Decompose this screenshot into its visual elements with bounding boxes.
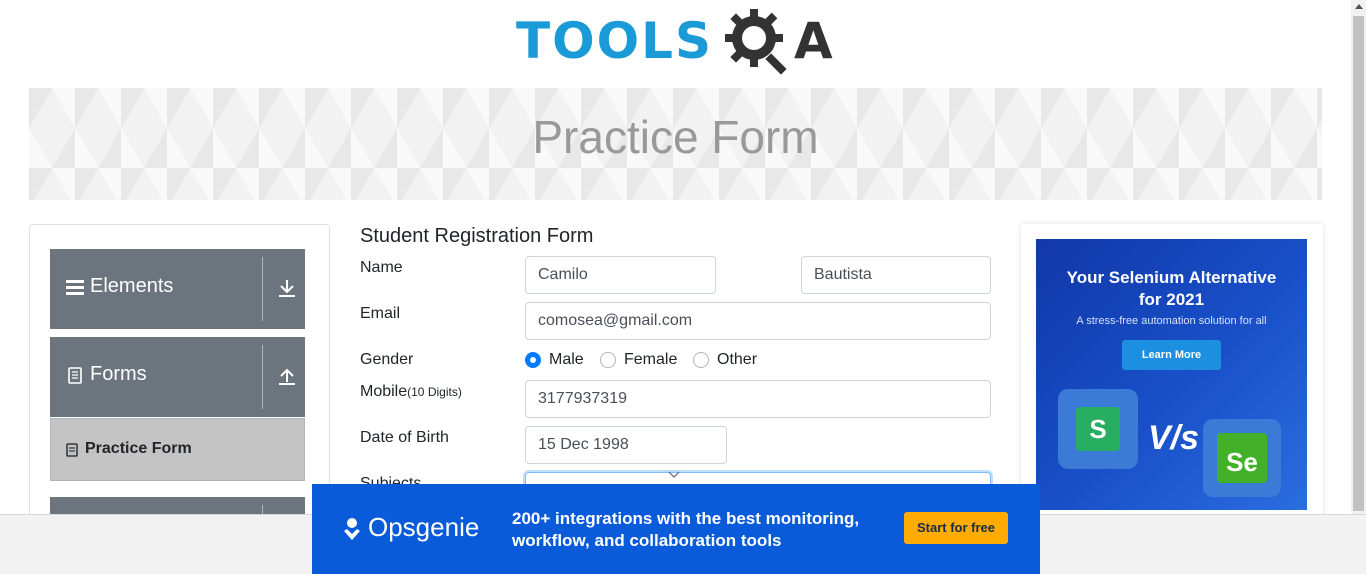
divider xyxy=(262,257,263,321)
ad-title-line: Your Selenium Alternative xyxy=(1066,268,1277,287)
form-icon xyxy=(66,443,78,457)
gender-radio-other[interactable]: Other xyxy=(693,351,763,369)
email-input[interactable]: comosea@gmail.com xyxy=(525,302,991,340)
katalon-logo: S xyxy=(1058,389,1138,469)
radio-label: Other xyxy=(717,351,758,368)
radio-circle[interactable] xyxy=(600,352,616,368)
sidebar-group-label: Forms xyxy=(90,363,147,385)
chevron-down-icon xyxy=(668,471,680,478)
start-for-free-button[interactable]: Start for free xyxy=(904,512,1008,544)
ad-subtitle: A stress-free automation solution for al… xyxy=(1076,315,1267,327)
logo-a-letter: A xyxy=(794,12,833,70)
toolsqa-logo[interactable]: TOOLS A xyxy=(516,5,840,77)
page-banner: Practice Form xyxy=(29,88,1322,200)
ad-title-line: for 2021 xyxy=(1138,290,1205,309)
learn-more-button[interactable]: Learn More xyxy=(1122,340,1221,370)
versus-text: V/s xyxy=(1148,419,1200,457)
scroll-up-arrow-icon[interactable] xyxy=(1355,4,1363,9)
last-name-input[interactable]: Bautista xyxy=(801,256,991,294)
page-title: Practice Form xyxy=(532,111,819,163)
gear-magnifier-icon xyxy=(725,9,787,75)
radio-label: Male xyxy=(549,351,584,368)
katalon-logo-mark: S xyxy=(1076,407,1120,451)
gender-radio-female[interactable]: Female xyxy=(600,351,680,369)
sidebar-group-elements[interactable]: Elements xyxy=(50,249,305,329)
radio-circle[interactable] xyxy=(693,352,709,368)
opsgenie-headline: 200+ integrations with the best monitori… xyxy=(512,508,892,552)
logo-tools-text: TOOLS xyxy=(516,12,713,70)
opsgenie-brand: Opsgenie xyxy=(368,512,480,542)
date-of-birth-input[interactable]: 15 Dec 1998 xyxy=(525,426,727,464)
selenium-logo: Se xyxy=(1203,419,1281,497)
headline-line: workflow, and collaboration tools xyxy=(512,531,782,550)
mobile-label-text: Mobile xyxy=(360,383,408,400)
form-title: Student Registration Form xyxy=(360,225,594,247)
gender-radio-male[interactable]: Male xyxy=(525,351,585,369)
ad-title: Your Selenium Alternative for 2021 xyxy=(1036,267,1307,311)
hamburger-icon xyxy=(66,280,84,295)
headline-line: 200+ integrations with the best monitori… xyxy=(512,509,860,528)
download-arrow-icon[interactable] xyxy=(276,277,298,299)
opsgenie-ad[interactable]: Opsgenie 200+ integrations with the best… xyxy=(312,484,1040,574)
divider xyxy=(262,345,263,409)
mobile-input[interactable]: 3177937319 xyxy=(525,380,991,418)
gender-label: Gender xyxy=(360,351,414,368)
document-icon xyxy=(68,367,82,384)
mobile-hint: (10 Digits) xyxy=(407,385,462,399)
scroll-thumb[interactable] xyxy=(1353,16,1364,511)
side-ad[interactable]: Your Selenium Alternative for 2021 A str… xyxy=(1036,239,1307,510)
selenium-logo-mark: Se xyxy=(1217,433,1267,483)
sidebar-group-label: Elements xyxy=(90,275,174,297)
page: TOOLS A Practice Form Elements Forms Pra… xyxy=(0,0,1366,574)
sidebar-item-practice-form[interactable]: Practice Form xyxy=(50,418,305,481)
sidebar: Elements Forms Practice Form xyxy=(29,224,330,545)
name-label: Name xyxy=(360,259,403,276)
email-label: Email xyxy=(360,305,401,322)
sidebar-group-forms[interactable]: Forms xyxy=(50,337,305,417)
mobile-label: Mobile(10 Digits) xyxy=(360,383,462,401)
radio-label: Female xyxy=(624,351,678,368)
upload-arrow-icon[interactable] xyxy=(276,365,298,387)
sidebar-item-label: Practice Form xyxy=(85,440,192,457)
vertical-scrollbar[interactable] xyxy=(1351,0,1366,514)
opsgenie-logo-icon xyxy=(344,518,360,540)
radio-circle[interactable] xyxy=(525,352,541,368)
first-name-input[interactable]: Camilo xyxy=(525,256,716,294)
dob-label: Date of Birth xyxy=(360,429,449,446)
